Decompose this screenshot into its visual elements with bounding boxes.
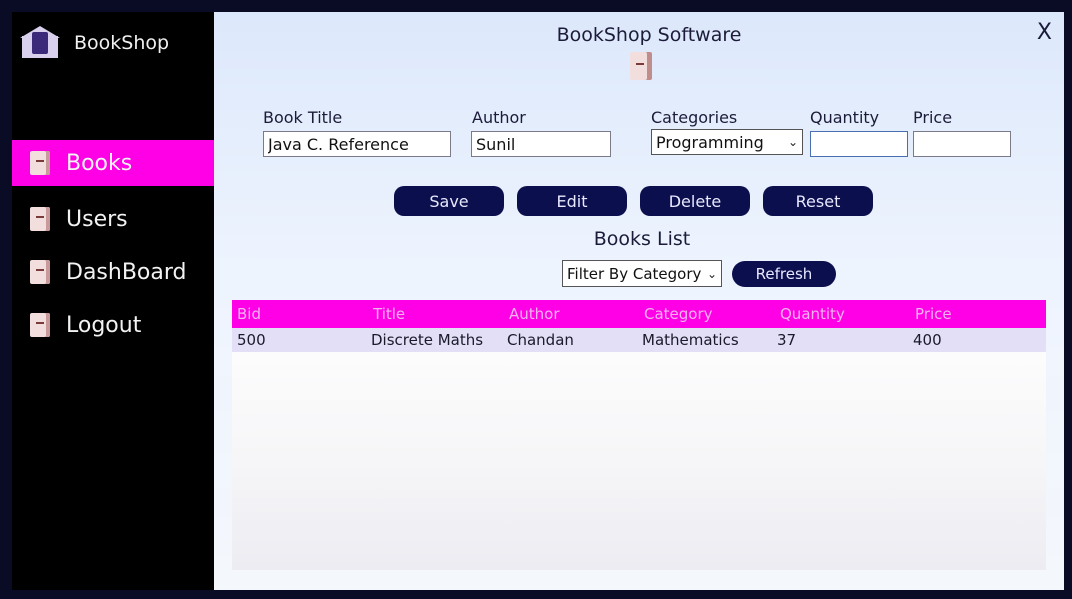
- sidebar-item-label: Books: [66, 150, 133, 176]
- save-button[interactable]: Save: [394, 186, 504, 216]
- reset-button[interactable]: Reset: [763, 186, 873, 216]
- column-header-price[interactable]: Price: [915, 300, 952, 328]
- book-icon: [30, 260, 50, 284]
- brand: BookShop: [20, 26, 169, 60]
- sidebar-item-users[interactable]: Users: [12, 196, 214, 242]
- books-table: Bid Title Author Category Quantity Price…: [232, 300, 1046, 570]
- main-panel: X BookShop Software Book Title Author Ca…: [214, 12, 1064, 590]
- column-header-bid[interactable]: Bid: [237, 300, 261, 328]
- table-row[interactable]: 500 Discrete Maths Chandan Mathematics 3…: [232, 328, 1046, 352]
- chevron-down-icon: ⌄: [787, 135, 798, 149]
- table-header: Bid Title Author Category Quantity Price: [232, 300, 1046, 328]
- price-input[interactable]: [913, 131, 1011, 157]
- sidebar-item-logout[interactable]: Logout: [12, 302, 214, 348]
- sidebar-item-label: Logout: [66, 312, 142, 338]
- column-header-category[interactable]: Category: [644, 300, 713, 328]
- column-header-author[interactable]: Author: [509, 300, 560, 328]
- cell-bid: 500: [237, 331, 266, 349]
- price-label: Price: [913, 108, 953, 127]
- author-input[interactable]: [471, 131, 611, 157]
- cell-author: Chandan: [507, 331, 574, 349]
- books-list-title: Books List: [593, 228, 691, 250]
- sidebar-item-label: DashBoard: [66, 259, 187, 285]
- bookshop-logo-icon: [20, 26, 60, 60]
- cell-quantity: 37: [777, 331, 797, 349]
- sidebar-item-label: Users: [66, 206, 128, 232]
- page-title: BookShop Software: [556, 24, 742, 46]
- categories-selected-value: Programming: [656, 132, 764, 152]
- sidebar-item-dashboard[interactable]: DashBoard: [12, 249, 214, 295]
- quantity-label: Quantity: [810, 108, 880, 127]
- chevron-down-icon: ⌄: [706, 266, 717, 281]
- book-icon: [30, 313, 50, 337]
- brand-label: BookShop: [74, 32, 170, 54]
- quantity-input[interactable]: [810, 131, 908, 157]
- categories-select[interactable]: Programming ⌄: [651, 129, 803, 155]
- cell-category: Mathematics: [642, 331, 739, 349]
- filter-selected-value: Filter By Category: [567, 264, 702, 283]
- book-title-input[interactable]: [263, 131, 451, 157]
- cell-price: 400: [913, 331, 942, 349]
- column-header-title[interactable]: Title: [373, 300, 405, 328]
- book-icon: [30, 207, 50, 231]
- cell-title: Discrete Maths: [371, 331, 484, 349]
- book-icon: [30, 151, 50, 175]
- sidebar-item-books[interactable]: Books: [12, 140, 214, 186]
- book-icon: [630, 52, 652, 80]
- sidebar: BookShop Books Users DashBoard Logout: [12, 12, 214, 590]
- book-title-label: Book Title: [263, 108, 343, 127]
- edit-button[interactable]: Edit: [517, 186, 627, 216]
- column-header-quantity[interactable]: Quantity: [780, 300, 845, 328]
- refresh-button[interactable]: Refresh: [732, 261, 836, 287]
- author-label: Author: [472, 108, 526, 127]
- delete-button[interactable]: Delete: [640, 186, 750, 216]
- categories-label: Categories: [651, 108, 738, 127]
- filter-category-select[interactable]: Filter By Category ⌄: [562, 260, 722, 287]
